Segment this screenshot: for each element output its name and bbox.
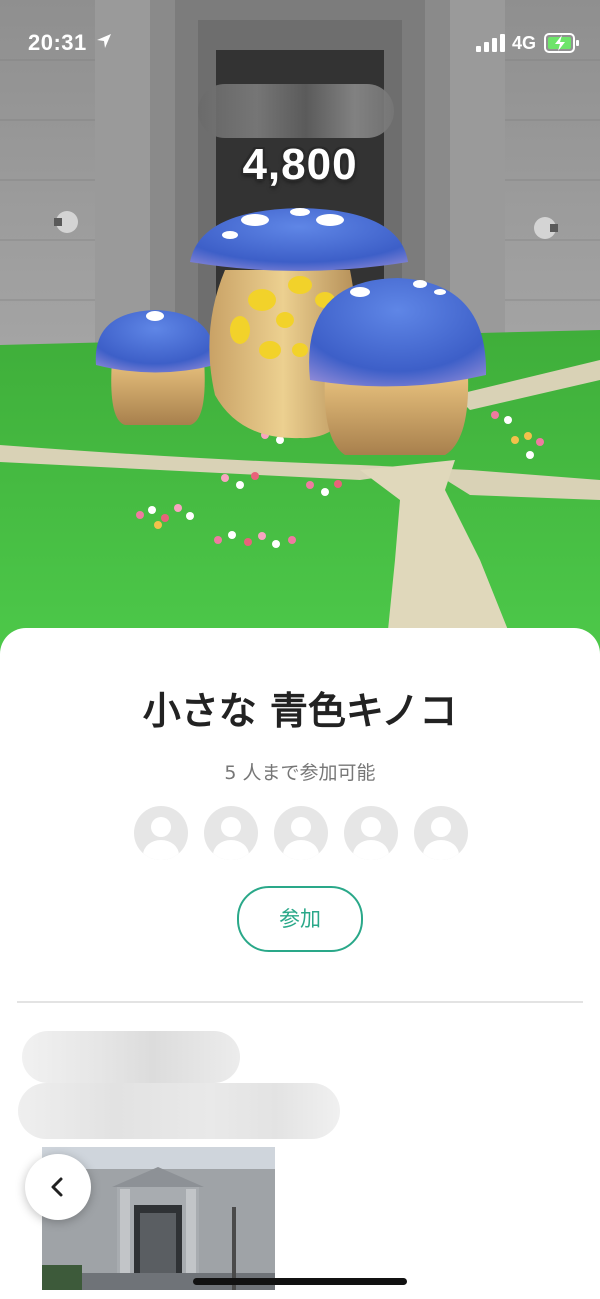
status-time: 20:31 xyxy=(28,30,87,55)
detail-sheet: 小さな 青色キノコ 5 人まで参加可能 参加 xyxy=(0,628,600,1299)
participant-avatar-icon xyxy=(274,806,328,860)
blurred-text-placeholder xyxy=(22,1031,240,1083)
home-indicator xyxy=(193,1278,407,1285)
ar-scene: 20:31 4G 4,800 xyxy=(0,0,600,660)
join-button[interactable]: 参加 xyxy=(237,886,363,952)
location-arrow-icon xyxy=(96,33,112,49)
blurred-text-placeholder xyxy=(18,1083,340,1139)
blurred-name-placeholder xyxy=(198,84,394,138)
network-type: 4G xyxy=(512,33,537,53)
back-button[interactable] xyxy=(25,1154,91,1220)
capacity-text: 5 人まで参加可能 xyxy=(224,762,376,784)
chevron-left-icon xyxy=(51,1177,63,1197)
divider xyxy=(17,1001,583,1003)
participant-slots xyxy=(134,806,474,862)
participant-avatar-icon xyxy=(344,806,398,860)
participant-avatar-icon xyxy=(414,806,468,860)
signal-bars-icon xyxy=(476,34,506,52)
participant-avatar-icon xyxy=(134,806,188,860)
participant-avatar-icon xyxy=(204,806,258,860)
status-bar: 20:31 4G xyxy=(0,0,600,88)
battery-charging-icon xyxy=(544,32,580,54)
item-title: 小さな 青色キノコ xyxy=(142,689,458,733)
points-value: 4,800 xyxy=(242,140,358,189)
